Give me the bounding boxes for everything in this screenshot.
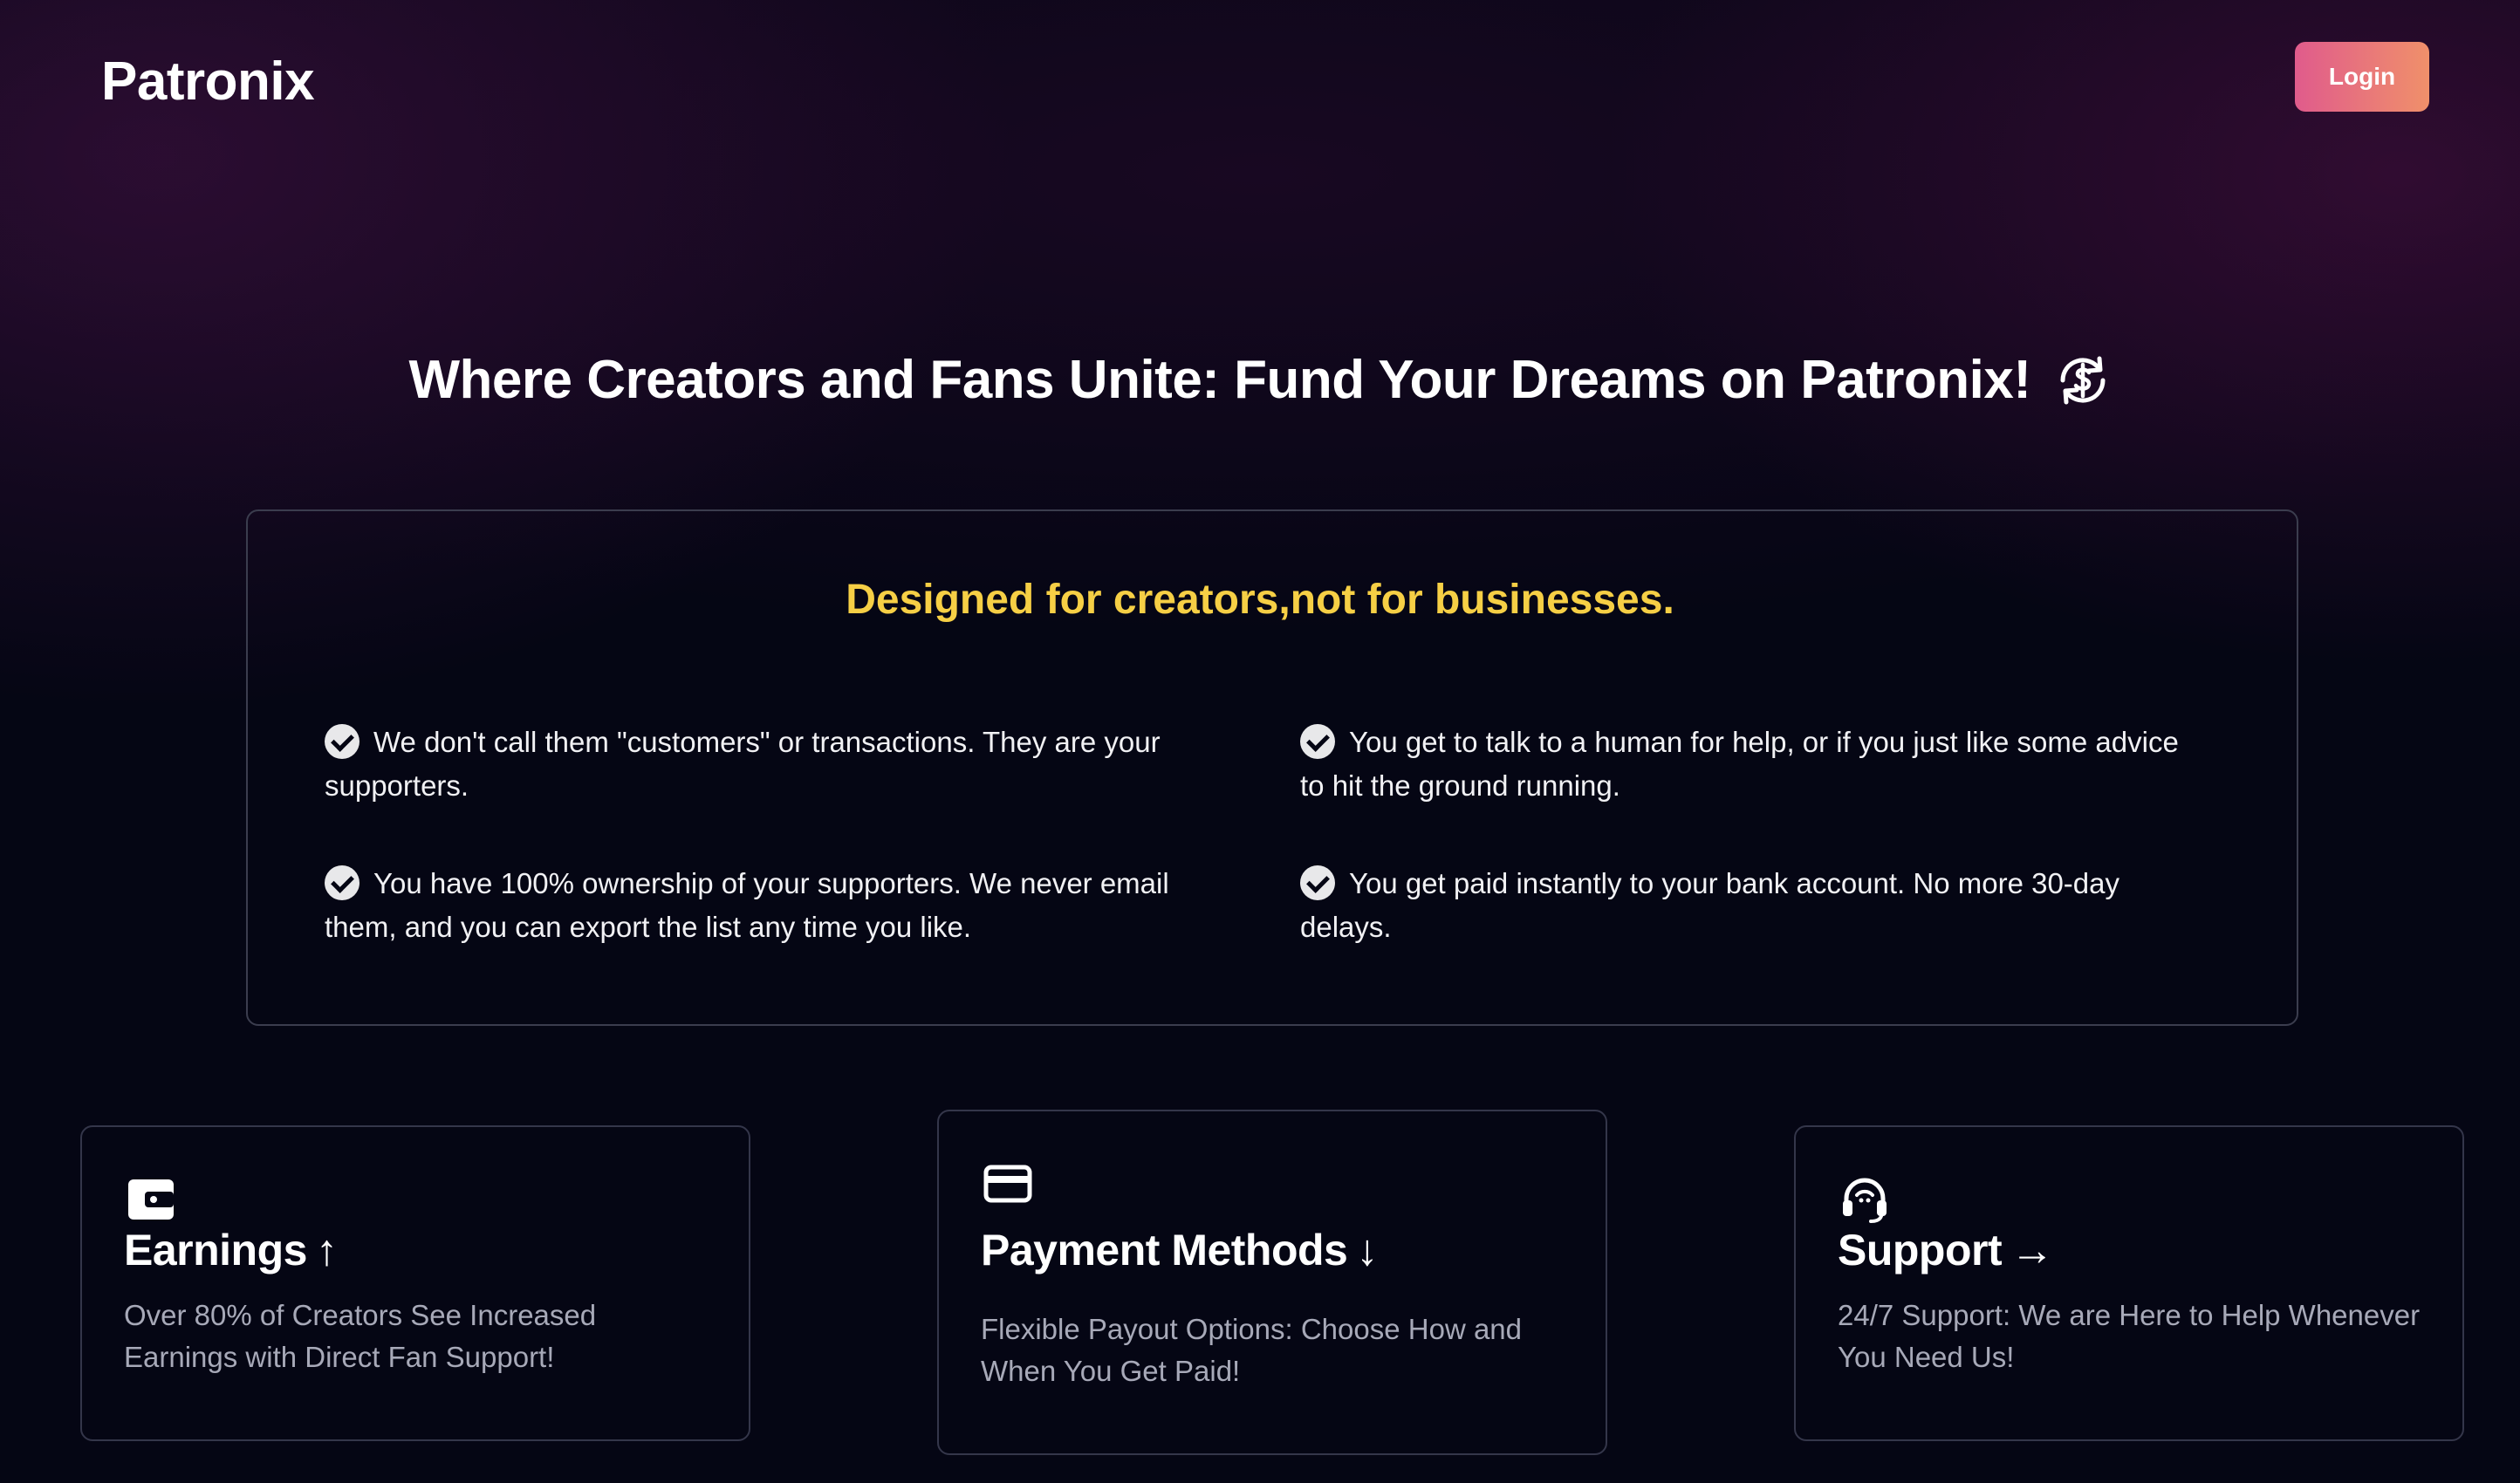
hero-title: Where Creators and Fans Unite: Fund Your… — [408, 350, 2031, 410]
payment-methods-card[interactable]: Payment Methods ↓ Flexible Payout Option… — [937, 1110, 1607, 1455]
card-description: 24/7 Support: We are Here to Help Whenev… — [1838, 1299, 2421, 1373]
card-title-text: Support — [1838, 1226, 2003, 1275]
dollar-refresh-icon — [2059, 356, 2106, 404]
check-circle-icon — [1300, 724, 1335, 759]
arrow-up-icon: ↑ — [315, 1226, 338, 1275]
arrow-down-icon: ↓ — [1356, 1226, 1378, 1275]
feature-point: You have 100% ownership of your supporte… — [325, 862, 1232, 949]
card-description: Flexible Payout Options: Choose How and … — [981, 1313, 1523, 1387]
brand-logo[interactable]: Patronix — [101, 51, 315, 113]
wallet-icon — [128, 1179, 174, 1220]
support-card[interactable]: Support → 24/7 Support: We are Here to H… — [1794, 1125, 2464, 1441]
check-circle-icon — [325, 724, 360, 759]
login-button[interactable]: Login — [2295, 42, 2429, 112]
check-circle-icon — [325, 865, 360, 900]
feature-point-text: You get paid instantly to your bank acco… — [1300, 867, 2119, 943]
card-title-text: Payment Methods — [981, 1226, 1348, 1275]
feature-point-text: You have 100% ownership of your supporte… — [325, 867, 1169, 943]
hero: Where Creators and Fans Unite: Fund Your… — [0, 349, 2520, 411]
headset-icon — [1843, 1178, 1887, 1223]
feature-point-text: We don't call them "customers" or transa… — [325, 726, 1161, 802]
feature-point: You get paid instantly to your bank acco… — [1300, 862, 2208, 949]
arrow-right-icon: → — [2010, 1226, 2054, 1275]
card-title: Earnings ↑ — [124, 1225, 338, 1275]
credit-card-icon — [983, 1165, 1032, 1203]
features-title: Designed for creators,not for businesses… — [846, 577, 1674, 623]
card-title: Support → — [1838, 1225, 2054, 1275]
earnings-card[interactable]: Earnings ↑ Over 80% of Creators See Incr… — [80, 1125, 750, 1441]
feature-point: We don't call them "customers" or transa… — [325, 721, 1232, 808]
card-description: Over 80% of Creators See Increased Earni… — [124, 1299, 597, 1373]
card-title: Payment Methods ↓ — [981, 1225, 1378, 1275]
check-circle-icon — [1300, 865, 1335, 900]
card-title-text: Earnings — [124, 1226, 307, 1275]
feature-point: You get to talk to a human for help, or … — [1300, 721, 2208, 808]
feature-point-text: You get to talk to a human for help, or … — [1300, 726, 2179, 802]
